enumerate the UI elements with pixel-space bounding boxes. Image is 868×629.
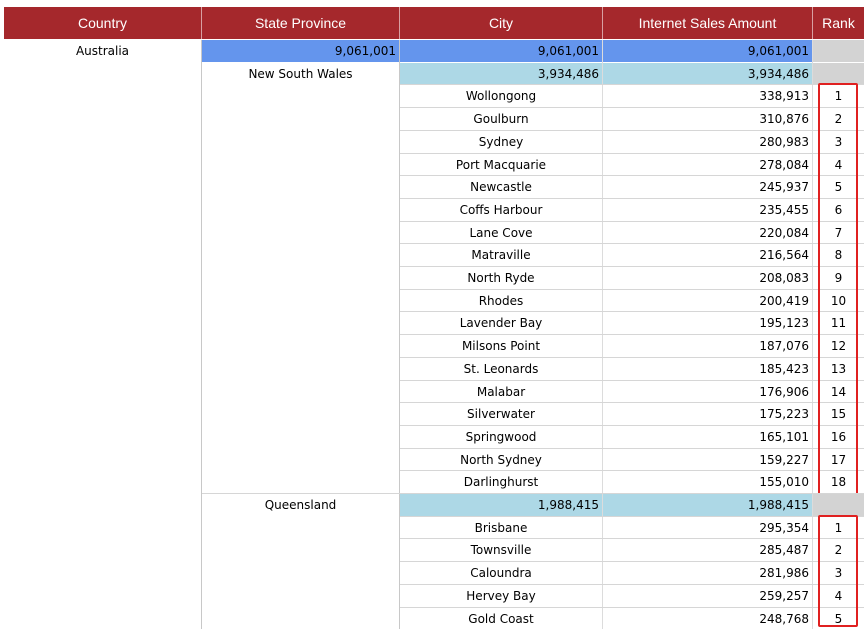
city-name: Port Macquarie (455, 157, 547, 172)
city-name: Coffs Harbour (459, 202, 543, 217)
rank-blank-cell (813, 494, 864, 516)
city-name: Lane Cove (469, 225, 533, 240)
city-sales-amount: 220,084 (759, 225, 809, 240)
city-sales-amount: 165,101 (759, 429, 809, 444)
city-sales-amount: 295,354 (759, 520, 809, 535)
table-header-row: Country State Province City Internet Sal… (4, 7, 864, 39)
city-name: St. Leonards (463, 361, 539, 376)
city-name: Silverwater (467, 407, 535, 422)
city-name: Caloundra (470, 566, 532, 581)
country-sales-total: 9,061,001 (747, 44, 809, 58)
city-sales-amount: 248,768 (759, 611, 809, 626)
city-sales-amount: 281,986 (759, 566, 809, 581)
city-sales-amount: 245,937 (759, 180, 809, 195)
city-name: Springwood (465, 429, 537, 444)
city-name: Sydney (478, 134, 524, 149)
column-divider (201, 40, 202, 629)
city-name: Matraville (471, 248, 531, 263)
city-name: Darlinghurst (463, 475, 539, 490)
state-sales-total: 1,988,415 (747, 498, 809, 512)
city-name: Malabar (476, 384, 526, 399)
country-state-total: 9,061,001 (334, 44, 396, 58)
rank-blank-cell (813, 62, 864, 85)
city-sales-amount: 175,223 (759, 407, 809, 422)
city-name: Wollongong (465, 89, 537, 104)
city-sales-amount: 285,487 (759, 543, 809, 558)
city-sales-amount: 259,257 (759, 588, 809, 603)
rank-highlight-box (818, 83, 858, 495)
state-city-total: 3,934,486 (537, 66, 599, 81)
city-name: Gold Coast (468, 611, 534, 626)
city-sales-amount: 278,084 (759, 157, 809, 172)
city-sales-amount: 208,083 (759, 271, 809, 285)
city-sales-amount: 195,123 (759, 316, 809, 331)
city-name: Goulburn (473, 112, 529, 127)
city-sales-amount: 185,423 (759, 361, 809, 376)
column-header-country[interactable]: Country (4, 7, 201, 39)
city-name: Lavender Bay (459, 316, 543, 331)
city-sales-amount: 155,010 (759, 475, 809, 490)
city-name: Milsons Point (461, 339, 541, 354)
column-header-internet-sales-amount[interactable]: Internet Sales Amount (603, 7, 812, 39)
state-city-total: 1,988,415 (537, 498, 599, 512)
city-name: North Sydney (460, 452, 542, 467)
city-sales-amount: 280,983 (759, 134, 809, 149)
country-city-total: 9,061,001 (537, 44, 599, 58)
city-sales-amount: 235,455 (759, 202, 809, 217)
city-name: North Ryde (467, 271, 535, 285)
city-sales-amount: 159,227 (759, 452, 809, 467)
city-sales-amount: 176,906 (759, 384, 809, 399)
city-sales-amount: 200,419 (759, 293, 809, 308)
state-label: Queensland (264, 498, 337, 512)
city-sales-amount: 187,076 (759, 339, 809, 354)
state-label: New South Wales (248, 66, 353, 81)
city-name: Brisbane (474, 520, 528, 535)
country-label: Australia (75, 44, 130, 58)
column-header-city[interactable]: City (400, 7, 602, 39)
city-name: Hervey Bay (466, 588, 536, 603)
column-header-state-province[interactable]: State Province (202, 7, 399, 39)
rank-blank-cell (813, 40, 864, 62)
state-sales-total: 3,934,486 (747, 66, 809, 81)
city-sales-amount: 216,564 (759, 248, 809, 263)
city-sales-amount: 310,876 (759, 112, 809, 127)
column-header-rank[interactable]: Rank (813, 7, 864, 39)
city-name: Newcastle (470, 180, 532, 195)
city-name: Townsville (470, 543, 532, 558)
city-name: Rhodes (478, 293, 524, 308)
city-sales-amount: 338,913 (759, 89, 809, 104)
rank-highlight-box (818, 514, 858, 627)
